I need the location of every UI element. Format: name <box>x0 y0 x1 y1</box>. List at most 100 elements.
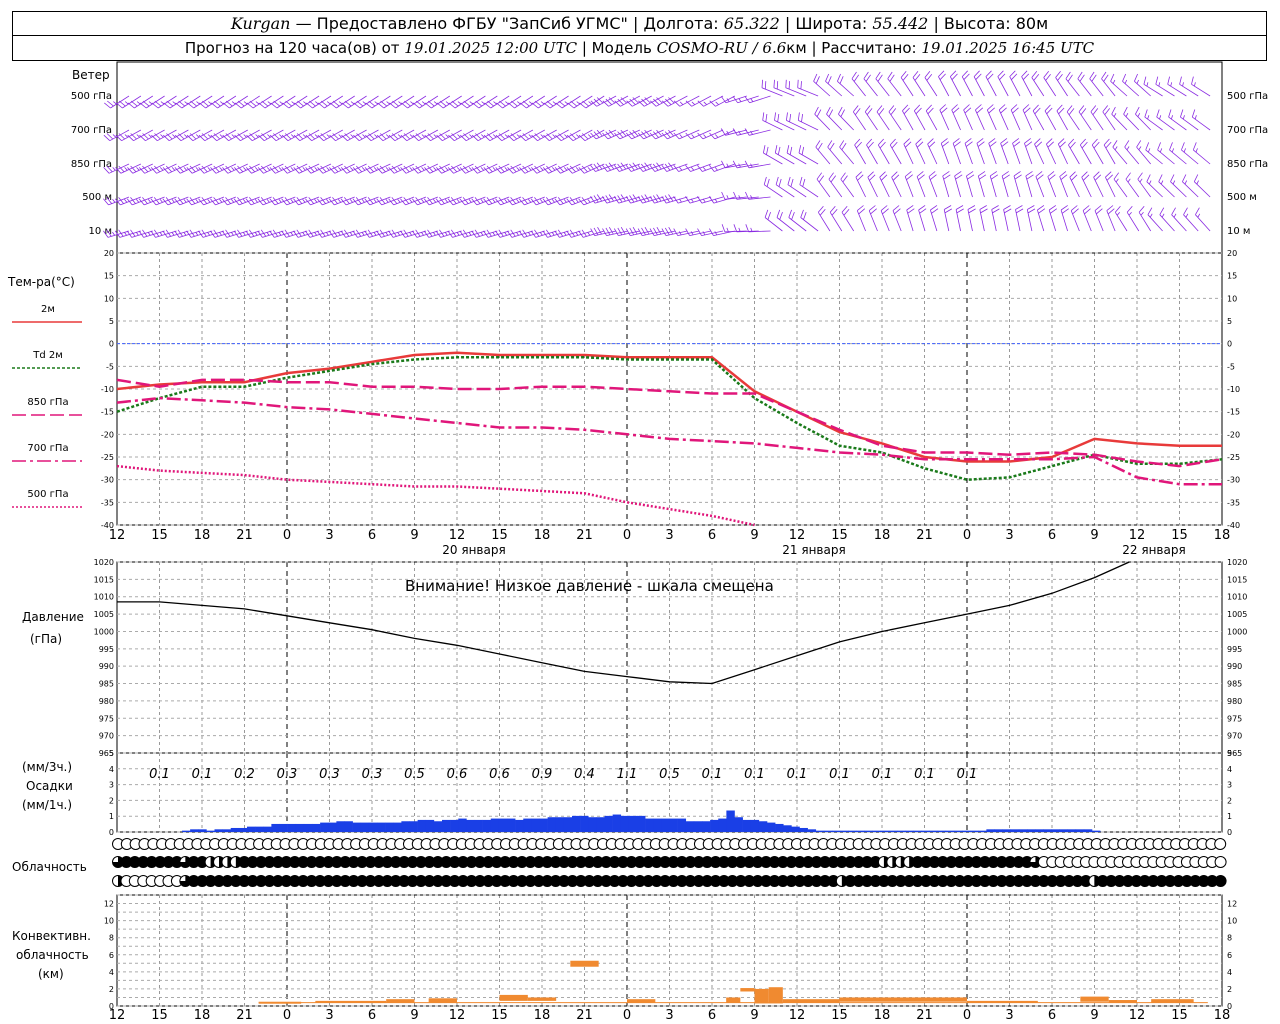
wind-barb <box>1137 172 1152 198</box>
y-tick-label-right: 10 <box>1227 294 1237 303</box>
wind-barb <box>1046 138 1057 165</box>
precip-3h-label: 0.4 <box>574 767 595 782</box>
precip-bar <box>823 830 833 832</box>
time-tick-label: 6 <box>368 528 376 543</box>
wind-barb <box>891 171 902 198</box>
time-tick-label: 18 <box>874 528 891 543</box>
wind-barb <box>1035 171 1045 198</box>
time-tick-label: 9 <box>750 528 758 543</box>
precip-bar <box>702 821 711 832</box>
y-tick-label-left: 1020 <box>94 558 114 567</box>
time-tick-label: 12 <box>109 528 126 543</box>
conv-cloud-bar <box>782 999 840 1003</box>
precip-bar <box>328 822 337 832</box>
day-label: 20 января <box>442 543 505 557</box>
precip-bar <box>807 829 817 832</box>
wind-barb <box>1123 106 1140 131</box>
y-tick-label-right: 1015 <box>1227 575 1247 584</box>
wind-barb <box>1001 171 1010 198</box>
y-tick-label-right: 3 <box>1227 781 1232 790</box>
y-tick-label-right: 970 <box>1227 732 1242 741</box>
precip-bar <box>230 827 240 832</box>
wind-barb <box>1021 70 1033 97</box>
wind-barb <box>1081 171 1092 198</box>
precip-3h-label: 0.1 <box>192 767 213 782</box>
wind-barb <box>1195 207 1211 232</box>
wind-barb <box>1043 71 1057 97</box>
precip-bar <box>458 818 467 832</box>
precip-bar <box>669 818 678 832</box>
y-tick-label-left: 975 <box>99 714 114 723</box>
conv-cloud-bar <box>768 987 783 1004</box>
cloud-symbol <box>1214 856 1227 868</box>
precip-bar <box>726 810 735 832</box>
y-tick-label-left: 12 <box>104 900 114 909</box>
wind-barb <box>776 209 795 232</box>
wind-barb <box>816 172 831 198</box>
y-tick-label-left: 985 <box>99 680 114 689</box>
precip-bar <box>255 826 264 832</box>
wind-barb <box>1013 171 1022 198</box>
wind-barb <box>998 104 1009 131</box>
wind-level-label-right: 500 гПа <box>1227 91 1268 102</box>
time-tick-label: 12 <box>1129 528 1146 543</box>
precip-bar <box>604 815 613 832</box>
wind-barb <box>1114 205 1128 232</box>
y-tick-label-right: 0 <box>1227 828 1232 837</box>
y-tick-label-right: 0 <box>1227 1002 1232 1011</box>
y-tick-label-right: 980 <box>1227 697 1242 706</box>
y-tick-label-left: 1 <box>109 812 114 821</box>
precip-bar <box>515 819 524 832</box>
precip-bar <box>287 823 297 832</box>
wind-barb <box>839 140 855 165</box>
wind-barb <box>1060 205 1069 232</box>
wind-barb <box>838 106 854 131</box>
y-tick-label-left: 980 <box>99 697 114 706</box>
precip-bar <box>897 830 906 832</box>
time-tick-label: 15 <box>151 528 168 543</box>
conv-cloud-bar <box>428 998 457 1003</box>
wind-barb <box>1102 105 1116 131</box>
wind-barb <box>1015 205 1024 232</box>
y-tick-label-right: 20 <box>1227 249 1237 258</box>
wind-barb <box>940 138 950 165</box>
wind-barb <box>924 71 938 97</box>
wind-barb <box>762 112 783 131</box>
precip-3h-label: 0.3 <box>362 767 383 782</box>
wind-barb <box>1147 207 1163 232</box>
wind-barb <box>1056 104 1068 131</box>
time-tick-label-bottom: 18 <box>534 1008 551 1023</box>
wind-barb <box>867 171 878 198</box>
precip-bar <box>393 822 402 832</box>
temp-series-line <box>116 464 755 527</box>
y-tick-label-left: 1010 <box>94 593 114 602</box>
precip-bar <box>937 830 947 832</box>
precip-bar <box>409 821 418 832</box>
wind-barb <box>986 104 997 131</box>
time-tick-label-bottom: 18 <box>874 1008 891 1023</box>
wind-barb <box>827 140 843 165</box>
wind-barb <box>902 104 914 131</box>
time-tick-label-bottom: 15 <box>831 1008 848 1023</box>
wind-barb <box>1003 205 1012 232</box>
y-tick-label-right: 0 <box>1227 340 1232 349</box>
time-tick-label: 18 <box>534 528 551 543</box>
precip-bar <box>190 829 199 832</box>
precip-bar <box>864 830 873 832</box>
precip-3h-label: 0.1 <box>702 767 723 782</box>
legend-label: 500 гПа <box>27 489 68 500</box>
time-tick-label: 18 <box>194 528 211 543</box>
wind-barb <box>875 71 890 97</box>
wind-barb <box>1171 207 1187 232</box>
precip-bar <box>271 823 280 832</box>
y-tick-label-left: 995 <box>99 645 114 654</box>
time-tick-label-bottom: 9 <box>410 1008 418 1023</box>
time-tick-label: 6 <box>708 528 716 543</box>
wind-barb <box>979 205 988 232</box>
precip-bar <box>767 822 776 832</box>
time-tick-label-bottom: 3 <box>1005 1008 1013 1023</box>
wind-barb <box>900 71 914 97</box>
wind-barb <box>866 138 878 165</box>
wind-barb <box>1009 70 1021 97</box>
wind-barb <box>1093 171 1104 198</box>
